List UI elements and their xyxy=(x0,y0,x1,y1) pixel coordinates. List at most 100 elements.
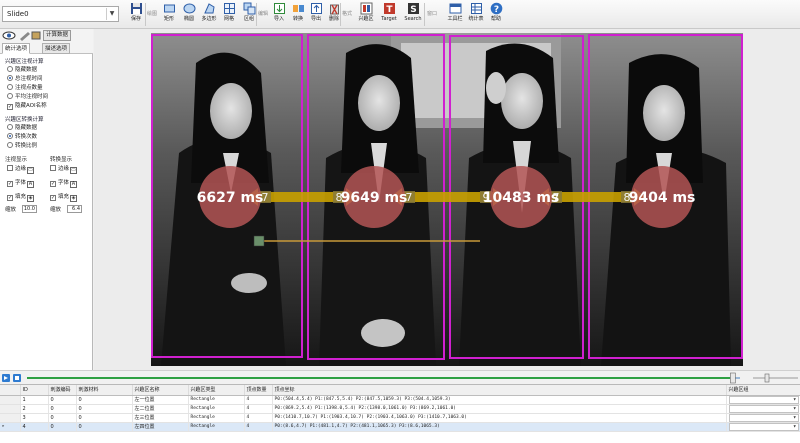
transition-fill-option[interactable]: ✓ 填充 ◈ xyxy=(50,193,78,202)
aoi-button[interactable]: 兴趣区 xyxy=(354,2,378,27)
cell-aoi-group[interactable] xyxy=(726,404,800,414)
cell-stimulus-code[interactable]: 0 xyxy=(48,422,77,432)
gaze-marker[interactable] xyxy=(253,235,265,247)
cell-aoi-type[interactable]: Rectangle xyxy=(188,404,245,414)
column-header[interactable]: 刺激编码 xyxy=(48,385,77,396)
ellipse-tool-button[interactable]: 椭圆 xyxy=(178,2,200,27)
rectangle-tool-button[interactable]: 矩形 xyxy=(158,2,180,27)
cell-aoi-type[interactable]: Rectangle xyxy=(188,422,245,432)
fixation-fill-option[interactable]: ✓ 填充 ◈ xyxy=(7,193,35,202)
grid-tool-button[interactable]: 网格 xyxy=(218,2,240,27)
aoi-group-dropdown[interactable] xyxy=(728,422,799,430)
cell-aoi-name[interactable]: 左一位置 xyxy=(132,395,189,405)
stimulus-canvas[interactable]: 787978 6627 ms 9649 ms 10483 ms 9404 ms xyxy=(94,29,800,370)
rectangle-tool-label: 矩形 xyxy=(163,16,174,22)
transition-scale-input[interactable]: 6.4 xyxy=(67,205,82,213)
cell-vertex-coords[interactable]: P0:(1410.7,10.7) P1:(1903.4,10.7) P2:(19… xyxy=(272,413,727,423)
cell-id[interactable]: 1 xyxy=(20,395,49,405)
option-total-fixation-time[interactable]: 总注视时间 xyxy=(7,75,43,84)
cell-id[interactable]: 3 xyxy=(20,413,49,423)
cell-aoi-name[interactable]: 左三位置 xyxy=(132,413,189,423)
cell-stimulus-code[interactable]: 0 xyxy=(48,395,77,405)
cell-aoi-type[interactable]: Rectangle xyxy=(188,413,245,423)
cell-vertex-count[interactable]: 4 xyxy=(244,395,273,405)
column-header[interactable]: 顶点坐标 xyxy=(272,385,727,396)
target-icon: T xyxy=(383,3,395,15)
cell-stimulus-material[interactable]: 0 xyxy=(76,404,133,414)
tab-description-options[interactable]: 描述选项 xyxy=(42,43,71,54)
radio-icon xyxy=(7,66,13,72)
table-row[interactable]: 3 0 0 左三位置 Rectangle 4 P0:(1410.7,10.7) … xyxy=(0,413,800,423)
cell-aoi-name[interactable]: 左二位置 xyxy=(132,404,189,414)
cell-vertex-count[interactable]: 4 xyxy=(244,413,273,423)
group-icon xyxy=(243,2,255,15)
cell-vertex-count[interactable]: 4 xyxy=(244,404,273,414)
transition-font-option[interactable]: ✓ 字体 A xyxy=(50,179,78,188)
calculate-data-button[interactable]: 计算数据 xyxy=(43,30,72,41)
aoi-button-label: 兴趣区 xyxy=(358,16,374,22)
row-header[interactable] xyxy=(0,404,21,414)
aoi-fixation-section-title: 兴趣区注视计算 xyxy=(5,59,44,65)
row-header[interactable]: ▸ xyxy=(0,422,21,432)
target-button[interactable]: T Target xyxy=(377,2,401,27)
fixation-scale-input[interactable]: 10.0 xyxy=(22,205,37,213)
cell-vertex-coords[interactable]: P0:(8.6,4.7) P1:(481.1,4.7) P2:(481.1,10… xyxy=(272,422,727,432)
import-icon xyxy=(273,3,285,14)
option-fixation-count[interactable]: 注视点数量 xyxy=(7,84,43,93)
cell-vertex-coords[interactable]: P0:(869.2,5.4) P1:(1398.0,5.4) P2:(1398.… xyxy=(272,404,727,414)
zoom-slider-thumb[interactable] xyxy=(764,373,770,383)
polygon-tool-button[interactable]: 多边形 xyxy=(198,2,220,27)
cell-id[interactable]: 2 xyxy=(20,404,49,414)
column-header[interactable]: 兴趣区类型 xyxy=(188,385,245,396)
aoi-group-dropdown[interactable] xyxy=(728,413,799,421)
option-hide-data[interactable]: 隐藏数据 xyxy=(7,66,37,75)
cell-aoi-type[interactable]: Rectangle xyxy=(188,395,245,405)
timeline-progress xyxy=(27,377,733,379)
cell-stimulus-material[interactable]: 0 xyxy=(76,422,133,432)
table-row[interactable]: 2 0 0 左二位置 Rectangle 4 P0:(869.2,5.4) P1… xyxy=(0,404,800,414)
cell-aoi-group[interactable] xyxy=(726,422,800,432)
tab-statistics-options[interactable]: 统计选项 xyxy=(2,43,31,54)
cell-vertex-coords[interactable]: P0:(504.4,5.4) P1:(847.5,5.4) P2:(847.5,… xyxy=(272,395,727,405)
table-row[interactable]: ▸ 4 0 0 左四位置 Rectangle 4 P0:(8.6,4.7) P1… xyxy=(0,422,800,432)
column-header[interactable]: ID xyxy=(20,385,49,396)
slide-select[interactable]: Slide0 ▼ xyxy=(2,6,119,22)
cell-stimulus-material[interactable]: 0 xyxy=(76,395,133,405)
cell-aoi-group[interactable] xyxy=(726,395,800,405)
column-header[interactable]: 刺激材料 xyxy=(76,385,133,396)
cell-stimulus-code[interactable]: 0 xyxy=(48,413,77,423)
cell-aoi-group[interactable] xyxy=(726,413,800,423)
column-header[interactable]: 顶点数量 xyxy=(244,385,273,396)
table-row[interactable]: 1 0 0 左一位置 Rectangle 4 P0:(504.4,5.4) P1… xyxy=(0,395,800,405)
left-panel: 计算数据 统计选项 描述选项 兴趣区注视计算 隐藏数据 总注视时间 注视点数量 … xyxy=(0,29,93,370)
stats-table-button[interactable]: 统计表 xyxy=(465,2,487,27)
cell-vertex-count[interactable]: 4 xyxy=(244,422,273,432)
fixation-scale-label: 缩放 xyxy=(5,207,17,213)
cell-stimulus-code[interactable]: 0 xyxy=(48,404,77,414)
timeline-thumb[interactable] xyxy=(730,372,736,384)
option-transition-count[interactable]: 转换次数 xyxy=(7,133,37,142)
svg-text:T: T xyxy=(386,5,393,15)
help-button[interactable]: ? 帮助 xyxy=(485,2,507,27)
save-button[interactable]: 保存 xyxy=(125,2,147,27)
aoi-group-dropdown[interactable] xyxy=(728,404,799,412)
eye-icon[interactable] xyxy=(2,30,42,41)
dwell-time-label: 9649 ms xyxy=(341,190,408,206)
fixation-border-option[interactable]: 边缘 ▭ xyxy=(7,165,35,174)
transition-border-option[interactable]: 边缘 ▭ xyxy=(50,165,78,174)
toolbar-toggle-button[interactable]: 工具栏 xyxy=(444,2,466,27)
cell-stimulus-material[interactable]: 0 xyxy=(76,413,133,423)
fixation-font-option[interactable]: ✓ 字体 A xyxy=(7,179,35,188)
option-average-fixation-time[interactable]: 平均注视时间 xyxy=(7,93,48,102)
aoi-group-dropdown[interactable] xyxy=(728,395,799,403)
row-header[interactable] xyxy=(0,413,21,423)
option-transition-ratio[interactable]: 转换比例 xyxy=(7,142,37,151)
cell-id[interactable]: 4 xyxy=(20,422,49,432)
column-header[interactable]: 兴趣区组 xyxy=(726,385,800,396)
option-hide-aoi-name[interactable]: ✓ 隐藏AOI名称 xyxy=(7,102,47,111)
cell-aoi-name[interactable]: 左四位置 xyxy=(132,422,189,432)
column-header[interactable]: 兴趣区名称 xyxy=(132,385,189,396)
search-button[interactable]: S Search xyxy=(401,2,425,27)
option-transition-hide-data[interactable]: 隐藏数据 xyxy=(7,124,37,133)
row-header[interactable] xyxy=(0,395,21,405)
